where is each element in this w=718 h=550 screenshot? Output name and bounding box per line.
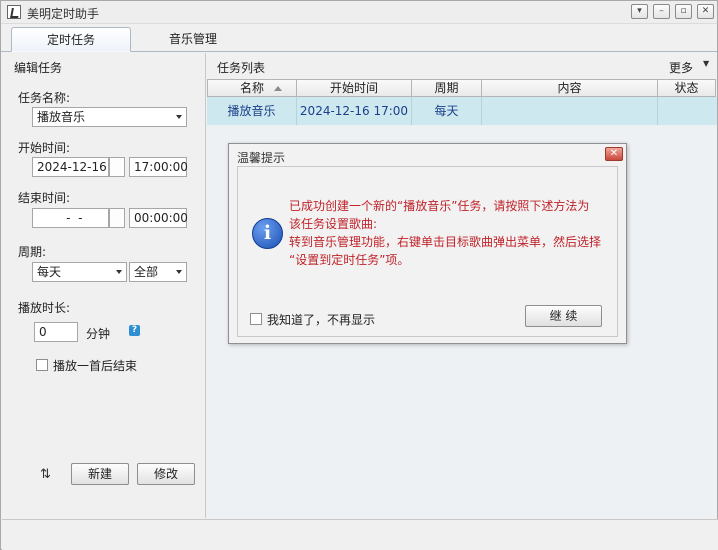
end-date-picker-button[interactable] bbox=[109, 208, 125, 228]
cell-status bbox=[658, 97, 716, 125]
dont-show-again-checkbox[interactable] bbox=[250, 313, 262, 325]
duration-input[interactable]: 0 bbox=[34, 322, 78, 342]
dialog-message-line: 已成功创建一个新的“播放音乐”任务，请按照下述方法为 bbox=[289, 199, 590, 213]
cell-content bbox=[482, 97, 658, 125]
chevron-down-icon bbox=[176, 270, 182, 274]
continue-button[interactable]: 继 续 bbox=[525, 305, 602, 327]
period-select[interactable]: 每天 bbox=[32, 262, 127, 282]
window-title: 美明定时助手 bbox=[27, 7, 100, 21]
dialog-message-line: 转到音乐管理功能，右键单击目标歌曲弹出菜单，然后选择 bbox=[289, 235, 602, 249]
cell-start: 2024-12-16 17:00 bbox=[297, 97, 412, 125]
column-header-start[interactable]: 开始时间 bbox=[297, 79, 412, 97]
period-value: 每天 bbox=[37, 265, 62, 279]
menu-dropdown-button[interactable]: ▾ bbox=[631, 4, 648, 19]
chevron-down-icon bbox=[116, 270, 122, 274]
tip-dialog: 温馨提示 ✕ i 已成功创建一个新的“播放音乐”任务，请按照下述方法为 该任务设… bbox=[228, 143, 627, 344]
period-scope-value: 全部 bbox=[134, 265, 159, 279]
end-time-field[interactable]: 00:00:00 bbox=[129, 208, 188, 228]
task-list-header: 任务列表 更多 ▼ bbox=[207, 53, 717, 79]
start-date-picker-button[interactable] bbox=[109, 157, 125, 177]
tab-bar: 定时任务 音乐管理 bbox=[1, 25, 717, 52]
column-header-content[interactable]: 内容 bbox=[482, 79, 658, 97]
app-logo-icon bbox=[7, 5, 21, 19]
end-date-field[interactable]: - - bbox=[32, 208, 109, 228]
column-header-status[interactable]: 状态 bbox=[658, 79, 716, 97]
tab-scheduled-tasks[interactable]: 定时任务 bbox=[11, 27, 131, 52]
dont-show-again-label: 我知道了，不再显示 bbox=[267, 313, 376, 327]
dialog-title: 温馨提示 bbox=[237, 151, 286, 165]
app-window: 美明定时助手 ▾ – ▫ ✕ 定时任务 音乐管理 编辑任务 任务名称: 播放音乐… bbox=[0, 0, 718, 550]
close-icon: ✕ bbox=[701, 6, 710, 16]
chevron-down-icon: ▾ bbox=[637, 6, 642, 16]
duration-unit-label: 分钟 bbox=[86, 327, 111, 341]
help-icon[interactable]: ? bbox=[129, 325, 140, 336]
edit-task-panel: 编辑任务 任务名称: 播放音乐 开始时间: 2024-12-16 17:00:0… bbox=[2, 53, 206, 518]
create-task-button[interactable]: 新建 bbox=[71, 463, 129, 485]
info-icon: i bbox=[252, 218, 283, 249]
chevron-down-icon bbox=[176, 115, 182, 119]
start-time-label: 开始时间: bbox=[18, 141, 71, 155]
period-label: 周期: bbox=[18, 245, 47, 259]
close-window-button[interactable]: ✕ bbox=[697, 4, 714, 19]
title-bar: 美明定时助手 ▾ – ▫ ✕ bbox=[1, 1, 717, 24]
tab-music-management[interactable]: 音乐管理 bbox=[133, 27, 253, 52]
minimize-icon: – bbox=[659, 6, 664, 16]
task-name-value: 播放音乐 bbox=[37, 110, 86, 124]
stop-after-one-label: 播放一首后结束 bbox=[53, 359, 138, 373]
edit-panel-title: 编辑任务 bbox=[14, 61, 63, 75]
end-time-label: 结束时间: bbox=[18, 191, 71, 205]
maximize-button[interactable]: ▫ bbox=[675, 4, 692, 19]
task-name-label: 任务名称: bbox=[18, 91, 71, 105]
dialog-close-button[interactable]: ✕ bbox=[605, 147, 623, 161]
column-header-name[interactable]: 名称 bbox=[207, 79, 297, 97]
chevron-down-icon: ▼ bbox=[703, 59, 710, 68]
swap-icon[interactable]: ⇅ bbox=[40, 467, 51, 482]
table-row[interactable]: 播放音乐 2024-12-16 17:00 每天 bbox=[207, 97, 717, 125]
start-time-field[interactable]: 17:00:00 bbox=[129, 157, 188, 177]
column-header-period[interactable]: 周期 bbox=[412, 79, 482, 97]
task-list-title: 任务列表 bbox=[217, 61, 266, 75]
stop-after-one-checkbox[interactable] bbox=[36, 359, 48, 371]
cell-period: 每天 bbox=[412, 97, 482, 125]
dialog-body: i 已成功创建一个新的“播放音乐”任务，请按照下述方法为 该任务设置歌曲: 转到… bbox=[237, 166, 618, 337]
maximize-icon: ▫ bbox=[680, 6, 687, 16]
minimize-button[interactable]: – bbox=[653, 4, 670, 19]
more-menu-button[interactable]: 更多 bbox=[669, 59, 693, 76]
dialog-message-line: “设置到定时任务”项。 bbox=[289, 253, 410, 267]
status-bar bbox=[2, 519, 718, 550]
task-name-select[interactable]: 播放音乐 bbox=[32, 107, 187, 127]
cell-name: 播放音乐 bbox=[207, 97, 297, 125]
start-date-field[interactable]: 2024-12-16 bbox=[32, 157, 109, 177]
duration-label: 播放时长: bbox=[18, 301, 71, 315]
dialog-message-line: 该任务设置歌曲: bbox=[289, 217, 378, 231]
modify-task-button[interactable]: 修改 bbox=[137, 463, 195, 485]
sort-ascending-icon bbox=[274, 86, 282, 91]
period-scope-select[interactable]: 全部 bbox=[129, 262, 187, 282]
